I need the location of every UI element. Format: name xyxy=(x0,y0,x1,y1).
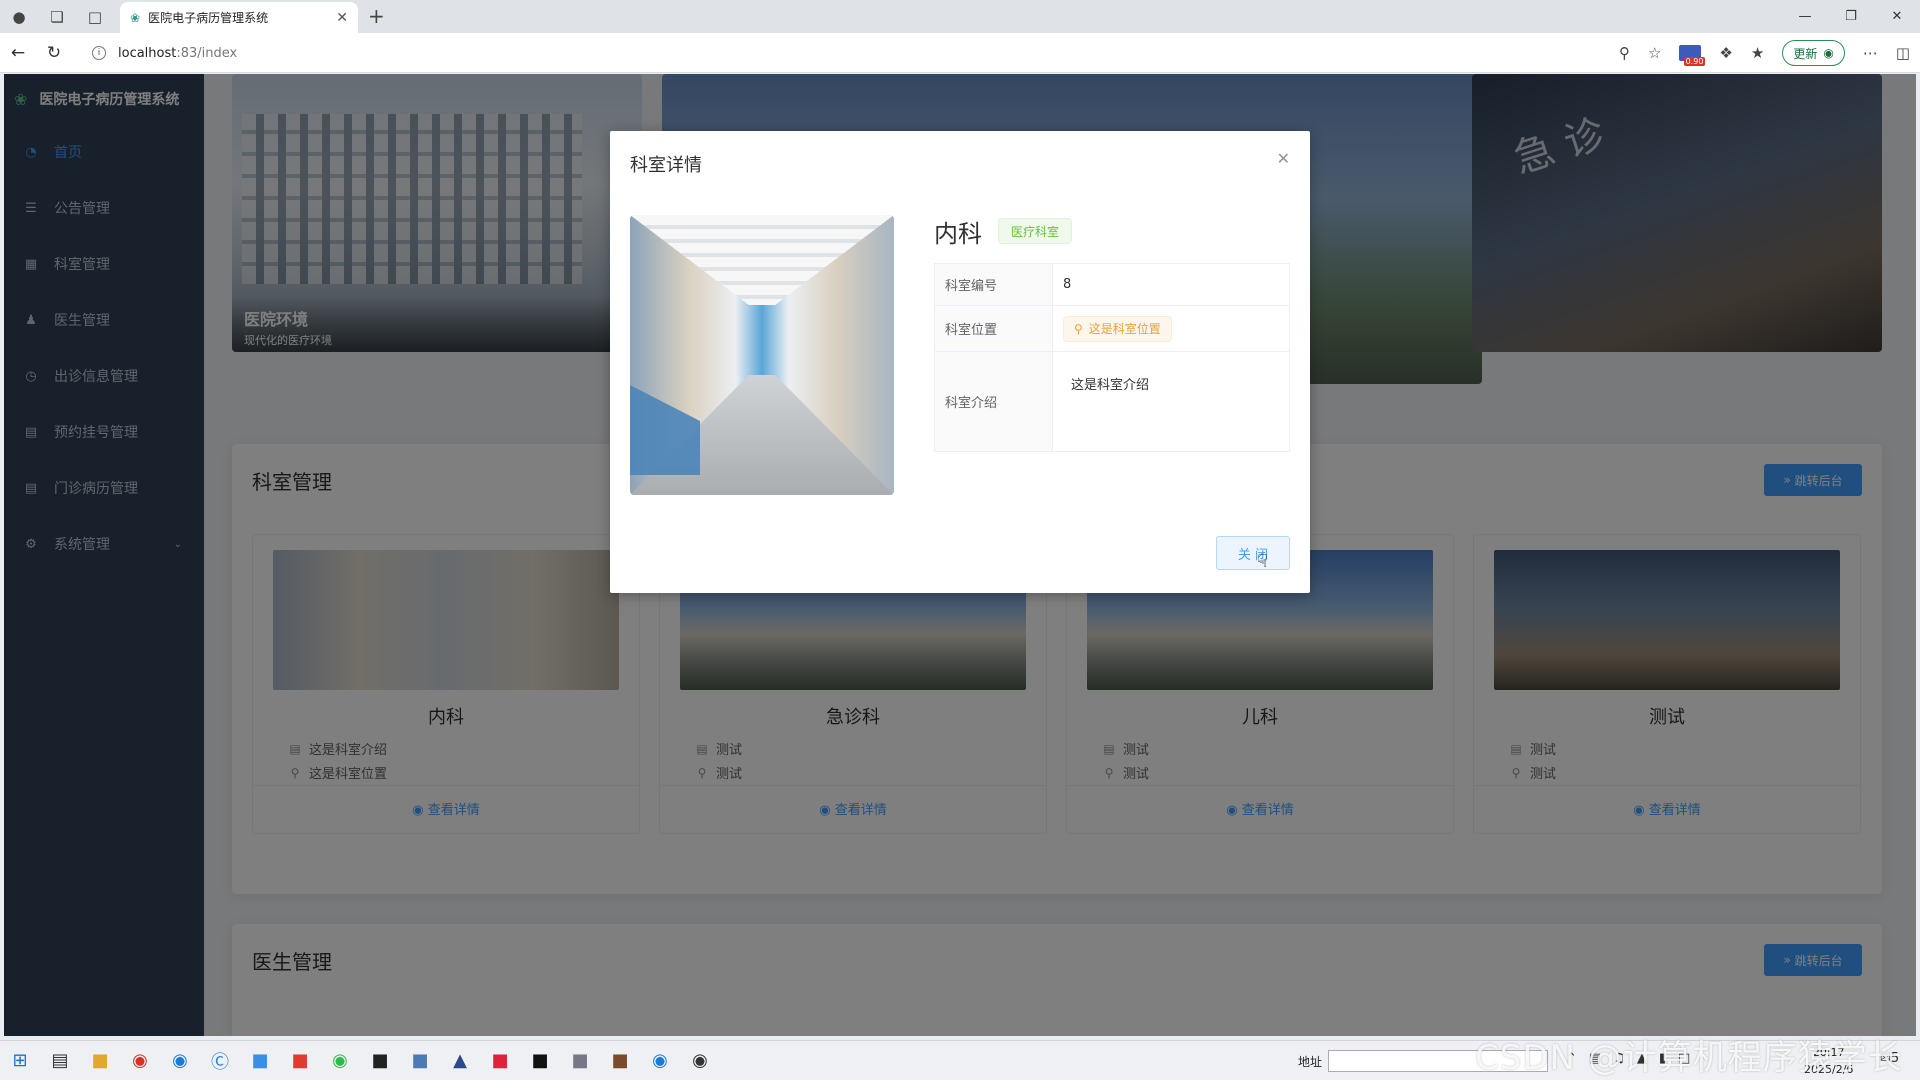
tab-close-icon[interactable]: ✕ xyxy=(336,10,348,26)
url-path: :83/index xyxy=(176,45,238,61)
app-record-icon[interactable]: ◉ xyxy=(680,1041,720,1080)
new-tab-icon[interactable]: + xyxy=(368,4,385,28)
back-icon[interactable]: ← xyxy=(0,43,36,63)
location-tag: ⚲ 这是科室位置 xyxy=(1063,315,1172,342)
dialog-department-name: 内科 xyxy=(934,220,982,248)
row-label: 科室编号 xyxy=(934,263,1053,306)
favorite-star-icon[interactable]: ☆ xyxy=(1648,44,1661,62)
file-explorer-icon[interactable]: ■ xyxy=(80,1041,120,1080)
url-field[interactable]: i localhost:83/index xyxy=(82,39,1622,67)
location-icon: ⚲ xyxy=(1074,321,1083,336)
url-host: localhost xyxy=(118,45,177,61)
chrome-icon[interactable]: ◉ xyxy=(120,1041,160,1080)
key-icon[interactable]: ⚲ xyxy=(1619,44,1630,62)
extension-badge-icon[interactable]: 0.90 xyxy=(1679,45,1706,66)
window-close-icon[interactable]: ✕ xyxy=(1874,0,1920,33)
wechat-icon[interactable]: ◉ xyxy=(320,1041,360,1080)
site-info-icon[interactable]: i xyxy=(92,46,106,60)
terminal-icon[interactable]: ■ xyxy=(360,1041,400,1080)
edge-icon[interactable]: ◉ xyxy=(640,1041,680,1080)
row-value: 8 xyxy=(1052,263,1290,306)
watermark: CSDN @计算机程序猿学长 xyxy=(1475,1038,1903,1078)
description-row: 科室介绍 这是科室介绍 xyxy=(934,351,1290,452)
description-row: 科室位置 ⚲ 这是科室位置 xyxy=(934,305,1290,352)
app-window-icon[interactable]: ■ xyxy=(400,1041,440,1080)
description-row: 科室编号 8 xyxy=(934,263,1290,306)
app-bird-icon[interactable]: ■ xyxy=(240,1041,280,1080)
dialog-title: 科室详情 xyxy=(630,155,702,176)
tab-title: 医院电子病历管理系统 xyxy=(148,11,269,25)
edge-icon[interactable]: ◉ xyxy=(160,1041,200,1080)
favorites-icon[interactable]: ★ xyxy=(1751,44,1764,62)
app-box-icon[interactable]: ■ xyxy=(600,1041,640,1080)
restore-icon[interactable]: ❐ xyxy=(1828,0,1874,33)
photo-ceiling xyxy=(630,215,894,305)
tab-actions-icon[interactable]: □ xyxy=(76,0,114,33)
department-type-tag: 医疗科室 xyxy=(998,218,1073,244)
browser-tab-bar: ● ❏ □ ❀ 医院电子病历管理系统 ✕ + — ❐ ✕ xyxy=(0,0,1920,33)
close-button[interactable]: 关 闭 xyxy=(1216,536,1290,570)
app-image-icon[interactable]: ■ xyxy=(560,1041,600,1080)
profile-icon[interactable]: ● xyxy=(0,0,38,33)
extensions-icon[interactable]: ❖ xyxy=(1719,44,1732,62)
row-value: 这是科室介绍 xyxy=(1052,351,1290,452)
tab-favicon-icon: ❀ xyxy=(130,10,141,25)
intro-text: 这是科室介绍 xyxy=(1071,378,1150,393)
update-status-icon: ◉ xyxy=(1823,46,1834,60)
youdao-icon[interactable]: ■ xyxy=(480,1041,520,1080)
wps-icon[interactable]: ■ xyxy=(280,1041,320,1080)
app-cat-icon[interactable]: ▲ xyxy=(440,1041,480,1080)
hand-cursor-icon: ☟ xyxy=(1257,551,1268,572)
department-photo xyxy=(630,215,894,495)
sidebar-toggle-icon[interactable]: ◫ xyxy=(1896,44,1910,62)
photo-chairs xyxy=(630,385,700,475)
location-text: 这是科室位置 xyxy=(1088,322,1161,336)
task-view-icon[interactable]: ▤ xyxy=(40,1041,80,1080)
department-descriptions: 科室编号 8 科室位置 ⚲ 这是科室位置 科室介绍 这是科室介绍 xyxy=(934,263,1290,452)
minimize-icon[interactable]: — xyxy=(1782,0,1828,33)
extension-badge-value: 0.90 xyxy=(1683,57,1706,66)
reload-icon[interactable]: ↻ xyxy=(36,43,72,63)
row-label: 科室位置 xyxy=(934,305,1053,352)
row-label: 科室介绍 xyxy=(934,351,1053,452)
taskbar-address-label: 地址 xyxy=(1298,1055,1323,1069)
browser-toolbar: ⚲ ☆ 0.90 ❖ ★ 更新 ◉ ⋯ ◫ xyxy=(1619,33,1910,73)
update-button[interactable]: 更新 ◉ xyxy=(1782,40,1845,66)
department-detail-dialog: 科室详情 ✕ 内科 医疗科室 科室编号 8 科室位置 ⚲ 这是科室位置 科室介绍 … xyxy=(610,131,1310,593)
close-icon[interactable]: ✕ xyxy=(1277,149,1290,168)
workspaces-icon[interactable]: ❏ xyxy=(38,0,76,33)
more-icon[interactable]: ⋯ xyxy=(1863,44,1878,62)
address-bar: ← ↻ i localhost:83/index ⚲ ☆ 0.90 ❖ ★ 更新… xyxy=(0,33,1920,73)
app-cursor-icon[interactable]: ■ xyxy=(520,1041,560,1080)
row-value: ⚲ 这是科室位置 xyxy=(1052,305,1290,352)
update-label: 更新 xyxy=(1793,46,1818,61)
app-k-icon[interactable]: Ⓒ xyxy=(200,1041,240,1080)
browser-tab[interactable]: ❀ 医院电子病历管理系统 ✕ xyxy=(120,2,358,33)
windows-start-icon[interactable]: ⊞ xyxy=(0,1041,40,1080)
window-controls: — ❐ ✕ xyxy=(1782,0,1920,33)
